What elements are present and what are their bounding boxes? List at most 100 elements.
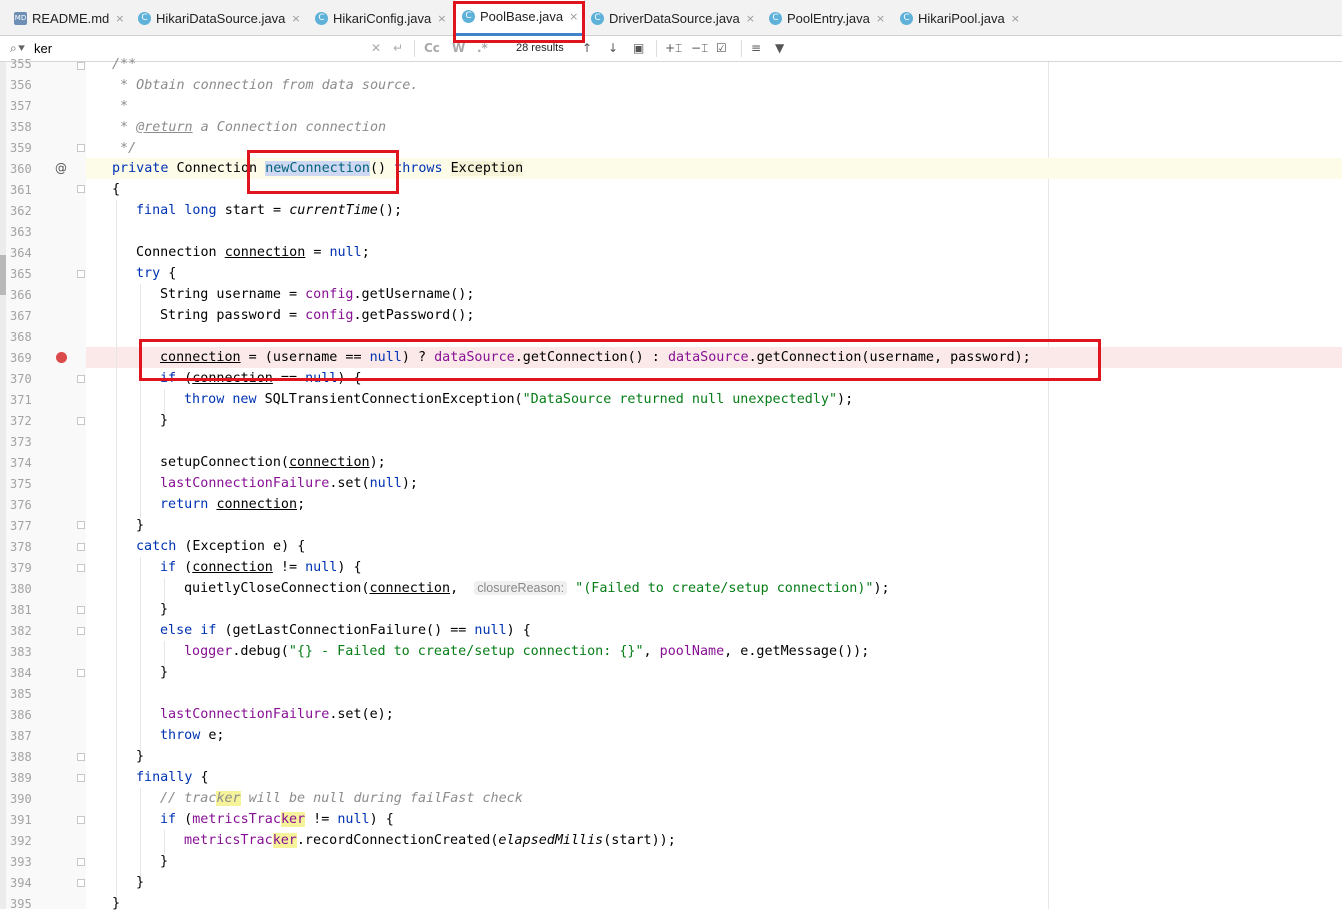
- fold-marker[interactable]: [77, 62, 85, 70]
- fold-marker[interactable]: [77, 858, 85, 866]
- tab-hikari-datasource[interactable]: C HikariDataSource.java ×: [138, 0, 301, 36]
- tab-hikari-config[interactable]: C HikariConfig.java ×: [315, 0, 446, 36]
- code-line[interactable]: */: [112, 138, 136, 159]
- code-line[interactable]: *: [112, 96, 128, 117]
- select-all-occurrences-icon[interactable]: ▣: [633, 36, 644, 61]
- code-line[interactable]: throw new SQLTransientConnectionExceptio…: [184, 389, 853, 410]
- tab-driver-datasource[interactable]: C DriverDataSource.java ×: [591, 0, 755, 36]
- code-line[interactable]: Connection connection = null;: [136, 242, 370, 263]
- code-line[interactable]: finally {: [136, 767, 209, 788]
- arrow-down-icon[interactable]: ↓: [608, 36, 618, 61]
- code-line[interactable]: String username = config.getUsername();: [160, 284, 474, 305]
- match-case-button[interactable]: Cc: [424, 36, 440, 61]
- toggle-occurrence-icon[interactable]: ☑: [716, 36, 727, 61]
- line-number: 355: [10, 57, 32, 71]
- fold-marker[interactable]: [77, 564, 85, 572]
- code-line[interactable]: quietlyCloseConnection(connection, closu…: [184, 578, 890, 599]
- close-icon[interactable]: ×: [876, 12, 885, 25]
- divider: [656, 40, 657, 57]
- line-number: 386: [10, 708, 32, 722]
- code-line[interactable]: }: [160, 851, 168, 872]
- close-icon[interactable]: ×: [291, 12, 300, 25]
- fold-marker[interactable]: [77, 669, 85, 677]
- close-icon[interactable]: ×: [437, 12, 446, 25]
- code-token: setupConnection(: [160, 455, 289, 470]
- code-line[interactable]: }: [112, 893, 120, 914]
- code-token: =: [305, 245, 330, 260]
- close-icon[interactable]: ×: [115, 12, 124, 25]
- new-line-icon[interactable]: ↵: [393, 36, 403, 61]
- code-line[interactable]: * @return a Connection connection: [112, 117, 386, 138]
- fold-marker[interactable]: [77, 185, 85, 193]
- line-number: 372: [10, 414, 32, 428]
- fold-marker[interactable]: [77, 144, 85, 152]
- close-icon[interactable]: ×: [1011, 12, 1020, 25]
- fold-marker[interactable]: [77, 543, 85, 551]
- fold-marker[interactable]: [77, 774, 85, 782]
- fold-marker[interactable]: [77, 417, 85, 425]
- breakpoint-icon[interactable]: [56, 352, 67, 363]
- code-line[interactable]: lastConnectionFailure.set(e);: [160, 704, 394, 725]
- close-icon[interactable]: ×: [746, 12, 755, 25]
- code-line[interactable]: if (metricsTracker != null) {: [160, 809, 394, 830]
- code-line[interactable]: final long start = currentTime();: [136, 200, 402, 221]
- java-class-icon: C: [900, 11, 913, 25]
- fold-marker[interactable]: [77, 375, 85, 383]
- code-token: }: [160, 602, 169, 617]
- code-line[interactable]: }: [160, 662, 168, 683]
- clear-search-icon[interactable]: ✕: [371, 36, 381, 61]
- fold-marker[interactable]: [77, 270, 85, 278]
- code-line[interactable]: throw e;: [160, 725, 225, 746]
- line-number: 369: [10, 351, 32, 365]
- code-line[interactable]: setupConnection(connection);: [160, 452, 386, 473]
- remove-occurrence-icon[interactable]: −⌶: [691, 36, 708, 61]
- code-line[interactable]: logger.debug("{} - Failed to create/setu…: [184, 641, 869, 662]
- fold-marker[interactable]: [77, 521, 85, 529]
- tab-pool-entry[interactable]: C PoolEntry.java ×: [769, 0, 885, 36]
- code-line[interactable]: catch (Exception e) {: [136, 536, 305, 557]
- code-line[interactable]: try {: [136, 263, 176, 284]
- code-token: config: [305, 287, 354, 302]
- fold-marker[interactable]: [77, 627, 85, 635]
- code-token: /**: [112, 57, 137, 72]
- fold-marker[interactable]: [77, 753, 85, 761]
- code-line[interactable]: return connection;: [160, 494, 305, 515]
- code-line[interactable]: }: [136, 746, 144, 767]
- override-marker-icon[interactable]: @: [55, 158, 67, 179]
- code-line[interactable]: }: [160, 410, 168, 431]
- tab-readme[interactable]: MD README.md ×: [14, 0, 125, 36]
- divider: [414, 40, 415, 57]
- code-line[interactable]: }: [160, 599, 168, 620]
- code-line[interactable]: }: [136, 872, 144, 893]
- code-line[interactable]: else if (getLastConnectionFailure() == n…: [160, 620, 531, 641]
- fold-marker[interactable]: [77, 606, 85, 614]
- tab-hikari-pool[interactable]: C HikariPool.java ×: [900, 0, 1020, 36]
- line-number: 391: [10, 813, 32, 827]
- code-token: SQLTransientConnectionException(: [264, 392, 523, 407]
- line-number: 367: [10, 309, 32, 323]
- code-line[interactable]: if (connection != null) {: [160, 557, 362, 578]
- code-line[interactable]: metricsTracker.recordConnectionCreated(e…: [184, 830, 676, 851]
- filter-options-icon[interactable]: ≡: [751, 36, 761, 61]
- fold-marker[interactable]: [77, 816, 85, 824]
- code-line[interactable]: {: [112, 179, 120, 200]
- code-token: metricsTrac: [184, 833, 273, 848]
- code-token: elapsedMillis: [498, 833, 604, 848]
- fold-marker[interactable]: [77, 879, 85, 887]
- add-occurrence-icon[interactable]: +⌶: [665, 36, 682, 61]
- code-line[interactable]: }: [136, 515, 144, 536]
- line-number: 390: [10, 792, 32, 806]
- code-token: if: [160, 812, 177, 827]
- code-line[interactable]: // tracker will be null during failFast …: [160, 788, 523, 809]
- code-token: {: [160, 266, 177, 281]
- line-number: 363: [10, 225, 32, 239]
- code-token: ) {: [337, 560, 362, 575]
- indent-guide: [140, 557, 141, 750]
- code-line[interactable]: /**: [112, 54, 136, 75]
- code-line[interactable]: String password = config.getPassword();: [160, 305, 474, 326]
- code-line[interactable]: lastConnectionFailure.set(null);: [160, 473, 418, 494]
- search-input[interactable]: ker: [34, 36, 52, 61]
- filter-icon[interactable]: ▼: [775, 36, 784, 61]
- code-line[interactable]: * Obtain connection from data source.: [112, 75, 418, 96]
- right-margin-guide: [1048, 62, 1049, 909]
